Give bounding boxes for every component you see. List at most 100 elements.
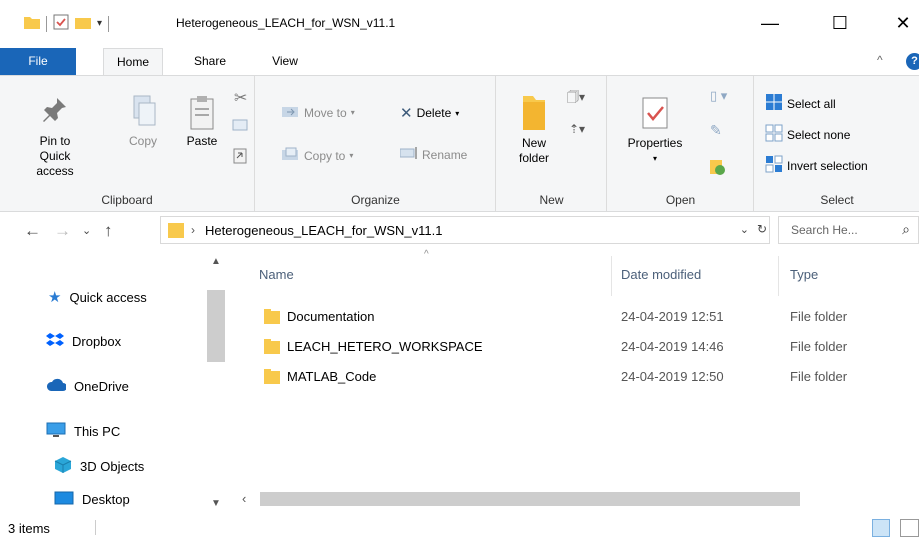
file-name[interactable]: MATLAB_Code — [287, 369, 376, 384]
new-item-icon[interactable]: 🗍▾ — [567, 88, 585, 109]
new-folder-qat-icon[interactable] — [75, 15, 91, 32]
properties-check-icon[interactable] — [53, 14, 69, 33]
scroll-up-icon[interactable]: ▲ — [211, 256, 221, 267]
scroll-left-icon[interactable]: ‹ — [242, 491, 246, 506]
tab-share[interactable]: Share — [182, 48, 238, 75]
ribbon: Pin to Quick access Copy Paste ✂ Clipboa… — [0, 75, 919, 212]
search-input[interactable]: Search He... ⌕ — [778, 216, 919, 244]
easy-access-icon[interactable]: ⇡▾ — [569, 122, 585, 136]
address-bar[interactable]: › Heterogeneous_LEACH_for_WSN_v11.1 ⌄ ↻ — [160, 216, 770, 244]
file-date: 24-04-2019 12:50 — [621, 369, 724, 384]
rename-icon — [399, 147, 418, 162]
cut-icon[interactable]: ✂ — [234, 88, 247, 108]
recent-locations-icon[interactable]: ⌄ — [82, 224, 91, 237]
file-date: 24-04-2019 14:46 — [621, 339, 724, 354]
properties-button[interactable]: Properties ▾ — [622, 96, 688, 166]
nav-item-3d-objects[interactable]: 3D Objects — [54, 456, 144, 477]
history-icon[interactable] — [708, 158, 726, 179]
table-row[interactable]: LEACH_HETERO_WORKSPACE 24-04-2019 14:46 … — [232, 332, 919, 362]
nav-vertical-scrollbar[interactable]: ▲ ▼ — [207, 256, 225, 509]
select-group-label: Select — [820, 193, 854, 207]
qat-dropdown-icon[interactable]: ▾ — [97, 18, 102, 29]
delete-button[interactable]: ✕ Delete ▾ — [400, 104, 459, 122]
chevron-down-icon: ▾ — [455, 108, 460, 118]
nav-item-onedrive[interactable]: OneDrive — [46, 378, 129, 395]
address-dropdown-icon[interactable]: ⌄ — [740, 223, 749, 236]
file-name[interactable]: LEACH_HETERO_WORKSPACE — [287, 339, 483, 354]
nav-item-dropbox[interactable]: Dropbox — [46, 332, 121, 351]
select-all-icon — [765, 93, 783, 114]
scrollbar-thumb[interactable] — [260, 492, 800, 506]
chevron-down-icon: ▾ — [652, 154, 657, 163]
tab-home[interactable]: Home — [103, 48, 163, 76]
toolbar-divider — [46, 15, 47, 32]
folder-icon — [263, 338, 281, 359]
up-arrow-icon[interactable]: ↑ — [104, 221, 113, 241]
clipboard-group-label: Clipboard — [101, 193, 153, 207]
new-folder-button[interactable]: New folder — [511, 92, 557, 166]
scroll-down-icon[interactable]: ▼ — [211, 498, 221, 509]
new-group: New folder 🗍▾ ⇡▾ New — [497, 76, 607, 211]
pin-to-quick-access-button[interactable]: Pin to Quick access — [18, 94, 92, 179]
copy-folder-icon — [282, 147, 300, 164]
forward-arrow-icon[interactable]: → — [54, 221, 71, 241]
column-divider[interactable] — [778, 256, 779, 296]
paste-shortcut-icon[interactable] — [233, 148, 247, 167]
file-name[interactable]: Documentation — [287, 309, 374, 324]
navigation-pane: ★ Quick access Dropbox OneDrive This PC … — [0, 250, 230, 515]
nav-item-this-pc[interactable]: This PC — [46, 422, 120, 441]
help-icon[interactable]: ? — [906, 53, 919, 70]
move-folder-icon — [282, 104, 300, 121]
details-view-icon[interactable] — [872, 519, 890, 537]
breadcrumb-current[interactable]: Heterogeneous_LEACH_for_WSN_v11.1 — [205, 223, 443, 238]
tab-view[interactable]: View — [262, 48, 308, 75]
edit-icon[interactable]: ✎ — [710, 122, 722, 139]
clipboard-icon — [182, 94, 222, 134]
cloud-icon — [46, 378, 67, 395]
desktop-icon — [54, 490, 74, 509]
column-header-name[interactable]: Name — [259, 267, 294, 282]
table-row[interactable]: Documentation 24-04-2019 12:51 File fold… — [232, 302, 919, 332]
minimize-button[interactable]: — — [755, 10, 785, 36]
ribbon-collapse-button[interactable]: ^ — [877, 53, 883, 67]
file-type: File folder — [790, 369, 848, 384]
rename-button[interactable]: Rename — [399, 147, 467, 162]
file-type: File folder — [790, 339, 848, 354]
column-header-type[interactable]: Type — [790, 267, 818, 282]
select-all-button[interactable]: Select all — [765, 93, 836, 114]
title-divider — [108, 15, 110, 32]
cube-icon — [54, 456, 72, 477]
window-title: Heterogeneous_LEACH_for_WSN_v11.1 — [176, 16, 396, 30]
select-none-button[interactable]: Select none — [765, 124, 850, 145]
title-bar: ▾ Heterogeneous_LEACH_for_WSN_v11.1 — ☐ … — [0, 0, 919, 46]
quick-access-toolbar: ▾ — [24, 14, 110, 33]
refresh-icon[interactable]: ↻ — [757, 222, 767, 236]
organize-group-label: Organize — [351, 193, 400, 207]
nav-item-quick-access[interactable]: ★ Quick access — [48, 288, 147, 306]
invert-selection-icon — [765, 155, 783, 176]
large-icons-view-icon[interactable] — [900, 519, 919, 537]
navigation-bar: ← → ⌄ ↑ › Heterogeneous_LEACH_for_WSN_v1… — [0, 213, 919, 249]
column-header-date-modified[interactable]: Date modified — [621, 267, 701, 282]
open-file-icon[interactable]: ▯ ▾ — [710, 88, 727, 104]
back-arrow-icon[interactable]: ← — [24, 221, 41, 241]
close-button[interactable]: ✕ — [888, 10, 918, 36]
move-to-button[interactable]: Move to ▾ — [282, 104, 355, 121]
maximize-button[interactable]: ☐ — [825, 10, 855, 36]
open-group: Properties ▾ ▯ ▾ ✎ Open — [608, 76, 754, 211]
status-divider — [95, 520, 96, 535]
column-divider[interactable] — [611, 256, 612, 296]
table-row[interactable]: MATLAB_Code 24-04-2019 12:50 File folder — [232, 362, 919, 392]
search-icon: ⌕ — [902, 221, 910, 237]
invert-selection-button[interactable]: Invert selection — [765, 155, 868, 176]
copy-to-button[interactable]: Copy to ▾ — [282, 147, 353, 164]
folder-icon — [24, 15, 40, 32]
nav-item-desktop[interactable]: Desktop — [54, 490, 130, 509]
tab-file[interactable]: File — [0, 48, 76, 75]
paste-button[interactable]: Paste — [182, 94, 222, 149]
copy-icon — [120, 94, 166, 134]
horizontal-scrollbar[interactable]: ‹ — [232, 490, 919, 508]
scrollbar-thumb[interactable] — [207, 290, 225, 362]
copy-path-icon[interactable] — [232, 118, 248, 135]
copy-button[interactable]: Copy — [120, 94, 166, 149]
